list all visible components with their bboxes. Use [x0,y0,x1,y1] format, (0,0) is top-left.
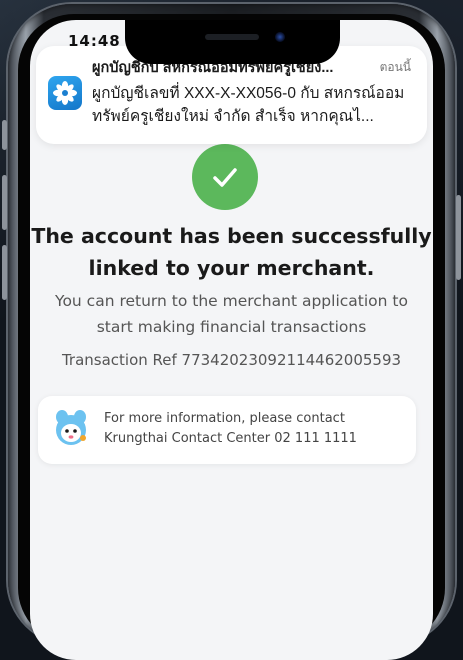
contact-line-2: Krungthai Contact Center 02 111 1111 [104,431,357,446]
subtext-line-1: You can return to the merchant applicati… [55,292,408,310]
success-subtext: You can return to the merchant applicati… [40,288,423,340]
front-camera [275,32,285,42]
contact-line-1: For more information, please contact [104,411,345,426]
headline-line-2: linked to your merchant. [88,256,375,280]
contact-text: For more information, please contact Kru… [104,409,404,449]
krungthai-app-icon [48,76,82,110]
contact-info-card: For more information, please contact Kru… [38,396,416,464]
headline-line-1: The account has been successfully [31,224,432,248]
volume-down-button [2,245,7,300]
side-button [2,120,7,150]
power-button [456,195,461,280]
volume-up-button [2,175,7,230]
success-headline: The account has been successfully linked… [30,220,433,284]
phone-screen: 14:48 ผูกบัญชีกับ สหกรณ์ออมทรัพย์ครูเชีย… [30,20,433,660]
success-checkmark-icon [192,144,258,210]
status-time: 14:48 [68,32,121,50]
notification-time: ตอนนี้ [379,60,411,74]
speaker-grille [205,34,259,40]
mascot-icon [52,408,90,448]
notch [125,20,340,64]
notification-body: ผูกบัญชีเลขที่ XXX-X-XX056-0 กับ สหกรณ์อ… [92,85,405,125]
subtext-line-2: start making financial transactions [96,318,367,336]
transaction-ref: Transaction Ref 7734202309211446200559​3 [61,351,402,369]
